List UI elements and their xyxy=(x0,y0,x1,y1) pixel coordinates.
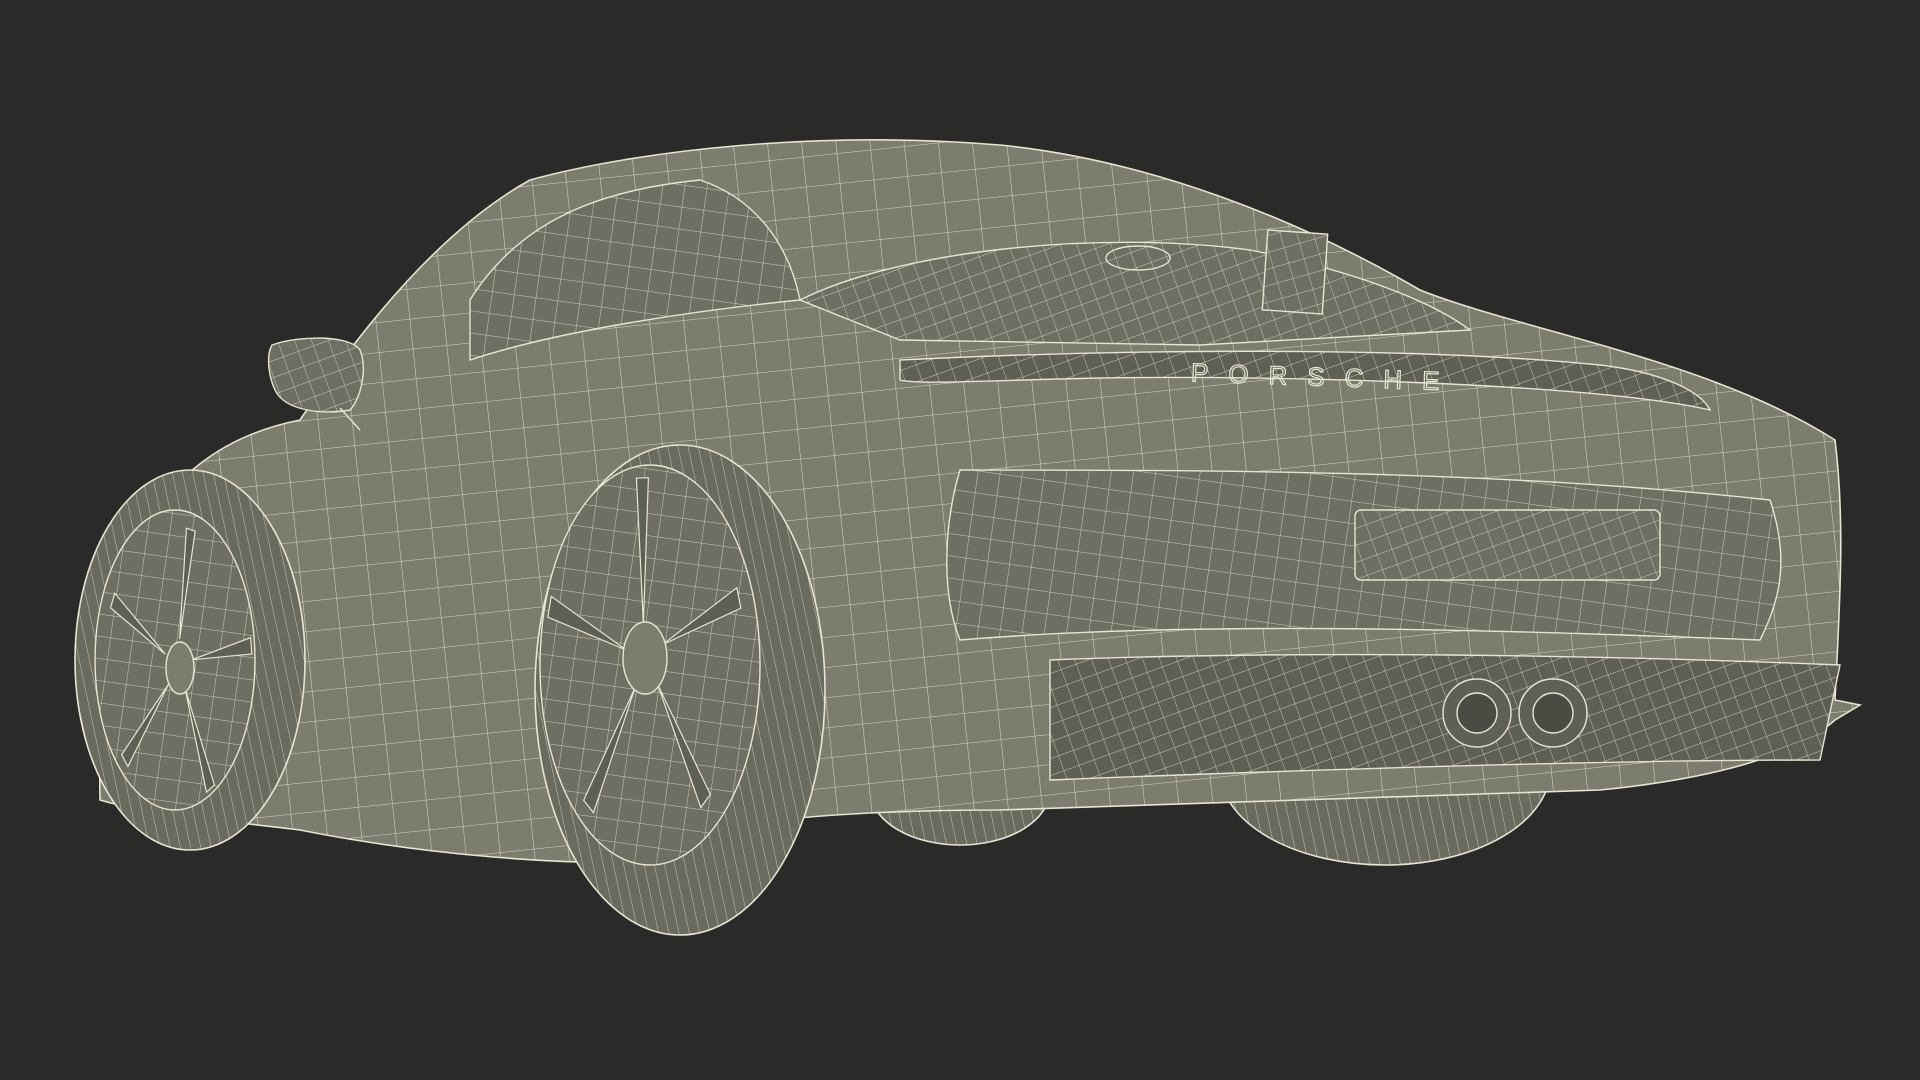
front-wheel xyxy=(74,469,306,851)
rear-fascia xyxy=(946,469,1782,641)
rear-diffuser xyxy=(1049,653,1841,781)
car-wireframe: PORSCHE xyxy=(74,139,1863,936)
exhaust-left xyxy=(1442,678,1512,748)
rear-near-wheel xyxy=(534,444,826,936)
exhaust-right xyxy=(1518,678,1588,748)
render-viewport: PORSCHE xyxy=(0,0,1920,1080)
